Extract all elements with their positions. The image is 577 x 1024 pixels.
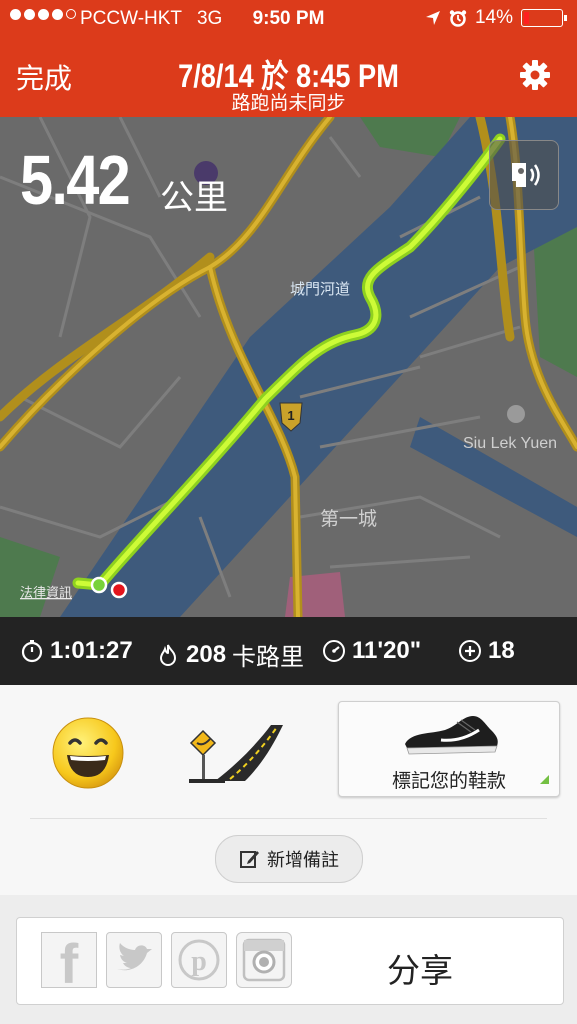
panel-divider <box>30 818 547 819</box>
battery-percent: 14% <box>474 7 513 28</box>
svg-text:f: f <box>60 933 79 987</box>
add-note-button[interactable]: 新增備註 <box>215 835 363 883</box>
fuel-value: 18 <box>488 637 515 664</box>
edit-note-icon <box>240 851 259 868</box>
twitter-icon[interactable] <box>106 932 162 988</box>
pace-value: 11'20" <box>352 637 422 664</box>
pace-gauge-icon <box>323 640 345 662</box>
road-terrain-icon[interactable] <box>185 721 285 783</box>
add-note-label: 新增備註 <box>267 850 339 870</box>
audio-feedback-button[interactable] <box>489 140 559 210</box>
calories-value: 208 <box>186 640 227 668</box>
distance-display: 5.42 公里 <box>20 140 228 220</box>
sync-status: 路跑尚未同步 <box>231 93 346 114</box>
instagram-icon[interactable] <box>236 932 292 988</box>
header-bar: 完成 7/8/14 於 8:45 PM 路跑尚未同步 <box>0 37 577 117</box>
tag-shoe-button[interactable]: 標記您的鞋款 <box>338 701 560 797</box>
calories-unit: 卡路里 <box>232 644 305 671</box>
facebook-icon[interactable]: f <box>41 932 97 995</box>
river-label: 城門河道 <box>290 281 350 298</box>
place-label: Siu Lek Yuen <box>463 435 557 452</box>
distance-unit: 公里 <box>160 179 228 217</box>
route-shield-label: 1 <box>287 408 294 423</box>
share-button[interactable]: 分享 <box>387 944 453 992</box>
nikefuel-icon <box>459 640 481 662</box>
end-marker <box>110 581 128 599</box>
fuel-stat: 18 <box>458 637 515 665</box>
start-marker <box>90 576 108 594</box>
distance-value: 5.42 <box>20 141 131 219</box>
share-bar[interactable]: f p 分享 <box>16 917 564 1005</box>
alarm-clock-icon <box>449 10 467 27</box>
run-stats-bar: 1:01:27 208 卡路里 11'20" 18 <box>0 617 577 685</box>
battery-icon <box>521 9 567 27</box>
smiley-icon[interactable] <box>50 715 126 791</box>
district-label: 第一城 <box>320 508 377 530</box>
stopwatch-icon <box>21 640 43 663</box>
flame-icon <box>159 644 177 666</box>
duration-stat: 1:01:27 <box>20 637 133 665</box>
svg-text:p: p <box>191 946 207 977</box>
legal-info-link[interactable]: 法律資訊 <box>20 585 72 600</box>
calories-stat: 208 卡路里 <box>156 637 304 672</box>
location-arrow-icon <box>425 11 440 25</box>
gear-icon[interactable] <box>519 59 551 91</box>
pace-stat: 11'20" <box>322 637 421 665</box>
audio-feedback-icon <box>512 163 540 187</box>
run-feedback-panel: 標記您的鞋款 新增備註 <box>0 685 577 895</box>
running-shoe-icon <box>405 716 498 755</box>
duration-value: 1:01:27 <box>50 637 133 664</box>
corner-indicator <box>540 775 549 784</box>
tag-shoe-label: 標記您的鞋款 <box>391 771 506 792</box>
pinterest-icon[interactable]: p <box>171 932 227 988</box>
status-bar: PCCW-HKT 3G 9:50 PM 14% <box>0 0 577 37</box>
